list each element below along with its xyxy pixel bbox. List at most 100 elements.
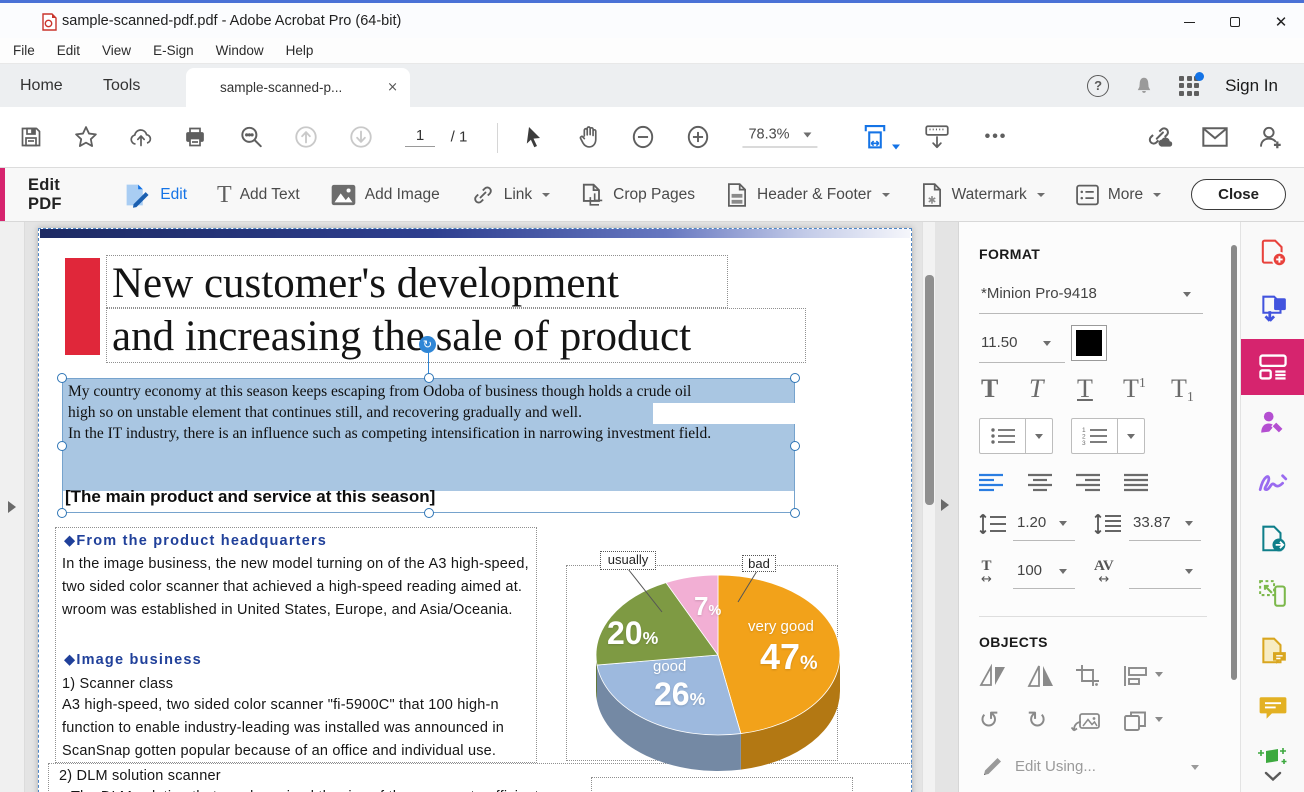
chevron-down-icon[interactable] — [1185, 569, 1193, 574]
zoom-in-icon[interactable] — [685, 124, 712, 151]
left-column-textbox[interactable]: ◆From the product headquarters In the im… — [55, 527, 537, 763]
tab-home[interactable]: Home — [20, 64, 63, 107]
profile-icon[interactable] — [1257, 124, 1284, 151]
menu-edit[interactable]: Edit — [46, 43, 91, 58]
align-right-button[interactable] — [1075, 472, 1101, 492]
selection-handle-mid-right[interactable] — [790, 441, 800, 451]
selected-text-box[interactable]: My country economy at this season keeps … — [62, 378, 795, 513]
chevron-down-icon[interactable] — [1191, 765, 1199, 770]
align-justify-button[interactable] — [1123, 472, 1149, 492]
share-for-review-icon[interactable] — [1258, 524, 1288, 554]
previous-page-icon[interactable] — [293, 124, 319, 150]
numbered-list-dropdown[interactable] — [1118, 419, 1144, 453]
close-edit-pdf-button[interactable]: Close — [1191, 179, 1286, 210]
vertical-scrollbar[interactable] — [922, 222, 935, 792]
read-mode-icon[interactable] — [923, 123, 951, 151]
chevron-down-icon[interactable] — [1185, 521, 1193, 526]
font-family-dropdown[interactable]: *Minion Pro-9418 — [981, 285, 1097, 302]
chevron-down-icon[interactable] — [1043, 341, 1051, 346]
underline-button[interactable]: T — [1077, 376, 1093, 402]
minimize-button[interactable] — [1166, 3, 1212, 41]
panel-scrollbar-thumb[interactable] — [1231, 245, 1237, 680]
rotate-clockwise-button[interactable]: ↻ — [1027, 708, 1047, 732]
subscript-button[interactable]: T1 — [1171, 376, 1194, 406]
flip-vertical-button[interactable] — [979, 664, 1007, 688]
selection-handle-top-left[interactable] — [57, 373, 67, 383]
more-dropdown[interactable]: More — [1075, 183, 1161, 207]
italic-button[interactable]: T — [1029, 376, 1043, 402]
replace-image-button[interactable] — [1071, 710, 1101, 734]
next-page-icon[interactable] — [348, 124, 374, 150]
chevron-down-icon[interactable] — [1059, 569, 1067, 574]
selection-handle-bottom-left[interactable] — [57, 508, 67, 518]
menu-esign[interactable]: E-Sign — [142, 43, 205, 58]
more-rail-tools-chevron-icon[interactable] — [1263, 770, 1283, 782]
edit-pdf-tool-active[interactable] — [1241, 339, 1304, 395]
numbered-list-button[interactable]: 123 — [1072, 419, 1118, 453]
horizontal-scale-value[interactable]: 100 — [1017, 562, 1042, 579]
comments-icon[interactable] — [1258, 694, 1288, 722]
menu-file[interactable]: File — [2, 43, 46, 58]
bold-button[interactable]: T — [981, 376, 998, 402]
menu-help[interactable]: Help — [275, 43, 325, 58]
cloud-upload-icon[interactable] — [128, 125, 154, 149]
crop-pages-button[interactable]: Crop Pages — [580, 182, 695, 208]
expand-left-panel-arrow-icon[interactable] — [8, 501, 16, 513]
tab-document[interactable]: sample-scanned-p... × — [186, 68, 410, 107]
document-canvas[interactable]: New customer's development and increasin… — [25, 222, 958, 792]
selection-handle-top-right[interactable] — [790, 373, 800, 383]
export-pdf-icon[interactable] — [1258, 294, 1288, 324]
arrange-objects-dropdown[interactable] — [1123, 709, 1149, 733]
selection-handle-mid-left[interactable] — [57, 441, 67, 451]
collapse-right-panel-arrow-icon[interactable] — [941, 499, 949, 511]
close-window-button[interactable]: ✕ — [1258, 3, 1304, 41]
help-icon[interactable]: ? — [1087, 75, 1109, 97]
zoom-level-dropdown[interactable]: 78.3% — [742, 127, 817, 148]
pdf-page[interactable]: New customer's development and increasin… — [38, 228, 912, 792]
selection-handle-top-center[interactable] — [424, 373, 434, 383]
organize-pages-icon[interactable] — [1258, 579, 1288, 609]
page-number-input[interactable]: 1 — [405, 127, 435, 147]
notifications-bell-icon[interactable] — [1133, 75, 1155, 97]
rotate-handle-icon[interactable]: ↻ — [419, 336, 436, 353]
request-signatures-icon[interactable] — [1258, 408, 1288, 438]
align-left-button[interactable] — [979, 472, 1005, 492]
menu-view[interactable]: View — [91, 43, 142, 58]
email-icon[interactable] — [1201, 125, 1229, 149]
rotate-counterclockwise-button[interactable]: ↺ — [979, 708, 999, 732]
paragraph-spacing-value[interactable]: 33.87 — [1133, 514, 1171, 531]
crop-object-button[interactable] — [1075, 664, 1101, 688]
add-text-button[interactable]: T Add Text — [217, 183, 300, 207]
create-pdf-icon[interactable] — [1258, 238, 1288, 268]
superscript-button[interactable]: T1 — [1123, 376, 1146, 402]
line-spacing-value[interactable]: 1.20 — [1017, 514, 1046, 531]
chevron-down-icon[interactable] — [1183, 292, 1191, 297]
tab-close-icon[interactable]: × — [387, 80, 398, 95]
zoom-out-icon[interactable] — [630, 124, 657, 151]
align-center-button[interactable] — [1027, 472, 1053, 492]
review-document-icon[interactable] — [1258, 636, 1288, 666]
print-icon[interactable] — [183, 125, 208, 149]
selection-handle-bottom-right[interactable] — [790, 508, 800, 518]
tab-tools[interactable]: Tools — [103, 64, 140, 107]
select-tool-icon[interactable] — [522, 124, 546, 150]
apps-grid-icon[interactable] — [1179, 75, 1201, 97]
share-link-icon[interactable] — [1145, 124, 1173, 151]
selection-handle-bottom-center[interactable] — [424, 508, 434, 518]
hand-tool-icon[interactable] — [577, 124, 602, 150]
save-icon[interactable] — [19, 125, 43, 149]
fit-width-icon[interactable] — [861, 122, 889, 152]
search-icon[interactable] — [238, 124, 264, 150]
add-image-button[interactable]: Add Image — [330, 183, 440, 207]
chevron-down-icon[interactable] — [1155, 672, 1163, 677]
header-footer-dropdown[interactable]: Header & Footer — [725, 182, 890, 208]
bullet-list-button[interactable] — [980, 419, 1026, 453]
fit-width-chevron-icon[interactable] — [892, 145, 900, 150]
add-rich-media-icon[interactable] — [1258, 746, 1288, 766]
align-objects-dropdown[interactable] — [1123, 664, 1149, 688]
menu-window[interactable]: Window — [205, 43, 275, 58]
edit-button[interactable]: Edit — [122, 181, 187, 209]
chevron-down-icon[interactable] — [1155, 717, 1163, 722]
chevron-down-icon[interactable] — [1059, 521, 1067, 526]
sign-in-button[interactable]: Sign In — [1225, 76, 1278, 96]
